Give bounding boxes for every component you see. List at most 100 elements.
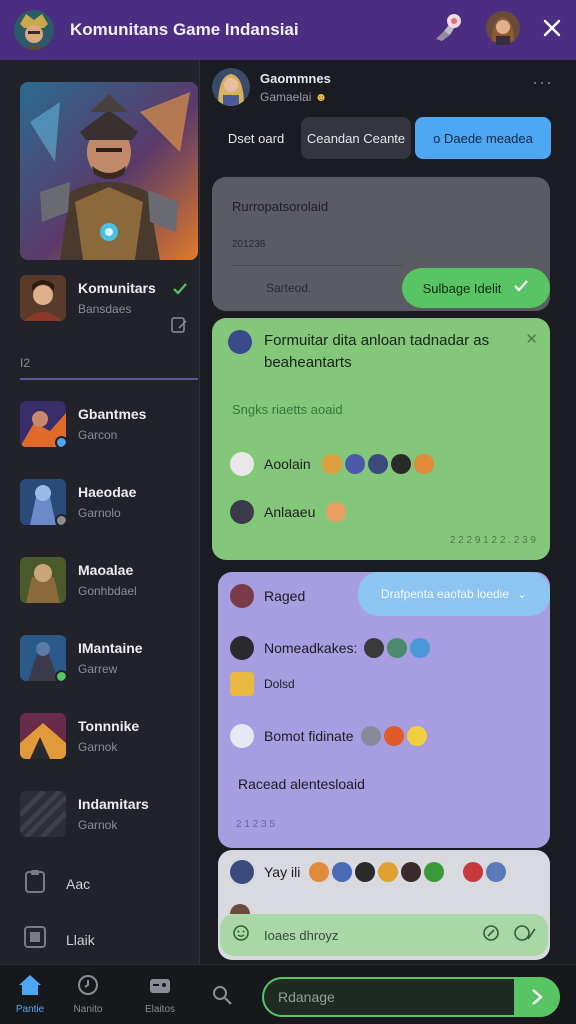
message-text: Dolsd [264,677,295,691]
message-title: Rurropatsorolaid [232,199,329,214]
nav-label: Nanito [73,1004,103,1015]
message-text: Nomeadkakes: [264,640,358,656]
sidebar-item[interactable]: IMantaine Garrew [20,630,198,686]
message-row: Dolsd [230,672,295,696]
divider [232,265,402,266]
community-avatar[interactable] [14,10,54,50]
app-title: Komunitans Game Indansiai [70,20,299,39]
message-text: Bomot fidinate [264,728,354,744]
message-meta: 201238 [232,239,266,250]
user-avatar[interactable] [486,10,520,50]
section-label: I2 [20,356,31,370]
tab-game-mode[interactable]: o Daede meadea [415,117,551,159]
sidebar-item-title: Gbantmes [78,406,147,422]
sidebar-item[interactable]: Tonnnike Garnok [20,708,198,764]
chat-subtitle: Gamaelai ☻ [260,89,328,104]
nav-home[interactable]: Pantie [0,973,60,1015]
message-row: Raged [230,584,305,608]
message-row: Yay ili [230,860,507,884]
chat-avatar[interactable] [212,68,250,106]
message-sender: Raged [264,588,306,604]
message-bubble: Raged Drafpenta eaofab loedie ⌄ Nomeadkak… [218,572,550,848]
reaction-row: Aoolain [230,452,434,476]
message-row: Bomot fidinate [230,724,427,748]
sidebar-item-title: Komunitars [78,280,156,296]
sidebar-item-subtitle: Garrew [78,662,118,676]
checkmark-icon [172,282,188,301]
clipboard-icon [22,868,48,899]
sidebar-link-label: Aac [66,875,91,892]
chat-title: Gaommnes [260,70,331,86]
home-icon [19,975,41,995]
gamepad-icon [150,979,170,993]
message-time: 2 1 2 3 5 [236,819,275,830]
sidebar-item-subtitle: Gonhbdael [78,584,137,598]
chevron-right-icon [532,989,543,1005]
message-bubble: Formuitar dita anloan tadnadar as beahea… [212,318,550,560]
game-thumbnail [20,791,66,837]
chevron-down-icon: ⌄ [517,587,528,601]
chat-header: Gaommnes Gamaelai ☻ [212,68,331,106]
sidebar-item[interactable]: Indamitars Garnok [20,786,198,842]
send-button[interactable] [514,977,560,1017]
hero-artwork [20,82,198,260]
sidebar-item[interactable]: Haeodae Garnolo [20,474,198,530]
app-header: Komunitans Game Indansiai [0,0,576,60]
reply-input[interactable]: Ioaes dhroyz [220,914,548,956]
edit-icon[interactable] [170,316,188,339]
sidebar-item-title: IMantaine [78,640,143,656]
square-icon [22,924,48,955]
message-text: Formuitar dita anloan tadnadar as beahea… [264,332,490,371]
reaction-label: Anlaaeu [264,504,316,520]
status-badge-label: Sulbage Idelit [422,280,502,296]
sidebar-item-title: Indamitars [78,796,149,812]
community-sidebar: Komunitars Bansdaes I2 Gbantmes Garcon H… [0,60,200,964]
sidebar-link-more[interactable]: Llaik [22,924,95,955]
edit-icon[interactable] [514,924,536,947]
avatar-peek [230,904,250,914]
message-footer: Sarteod. [266,281,312,295]
reply-placeholder: Ioaes dhroyz [264,927,339,943]
tab-community-center[interactable]: Ceandan Ceante [301,117,411,159]
close-icon[interactable]: ✕ [525,330,538,348]
suggestion-pill[interactable]: Drafpenta eaofab loedie ⌄ [358,572,550,616]
status-badge-button[interactable]: Sulbage Idelit [402,268,550,308]
sidebar-link-settings[interactable]: Aac [22,868,90,899]
sidebar-item-subtitle: Garcon [78,428,118,442]
message-row: Nomeadkakes: [230,636,431,660]
community-thumbnail [20,275,66,321]
emoji-icon[interactable] [232,924,250,947]
sidebar-item-subtitle: Bansdaes [78,302,132,316]
message-subhead: Sngks riaetts aoaid [232,402,343,417]
bottom-navigation: Pantie Nanito Elaitos Rdanage [0,964,576,1024]
attach-icon[interactable] [482,924,500,947]
nav-games[interactable]: Elaitos [130,973,190,1015]
sidebar-item[interactable]: Gbantmes Garcon [20,396,198,452]
game-thumbnail [20,479,66,525]
game-thumbnail [20,557,66,603]
sidebar-item-title: Haeodae [78,484,137,500]
tab-dashboard[interactable]: Dset oard [212,117,300,159]
search-icon[interactable] [210,983,234,1012]
sidebar-item-subtitle: Garnok [78,740,118,754]
check-icon [513,279,529,298]
notification-icon[interactable] [430,11,464,50]
sidebar-item-subtitle: Garnolo [78,506,121,520]
message-text: Racead alentesloaid [238,776,365,792]
nav-label: Elaitos [144,1004,175,1015]
more-options-icon[interactable]: ··· [532,72,553,93]
game-thumbnail [20,401,66,447]
nav-activity[interactable]: Nanito [58,973,118,1015]
sidebar-item-title: Tonnnike [78,718,140,734]
composer-placeholder: Rdanage [278,989,335,1005]
sidebar-link-label: Llaik [66,931,95,948]
sidebar-item[interactable]: Maoalae Gonhbdael [20,552,198,608]
smile-icon: ☻ [314,89,328,104]
message-bubble: Yay ili Ioaes dhroyz [218,850,550,960]
clock-icon [78,975,98,995]
close-icon[interactable] [542,18,562,43]
nav-label: Pantie [15,1004,45,1015]
suggestion-pill-label: Drafpenta eaofab loedie [380,587,510,601]
message-time: 2 2 2 9 1 2 2 . 2 3 9 [449,535,536,546]
chat-panel: Gaommnes Gamaelai ☻ ··· Dset oard Ceanda… [200,60,576,964]
